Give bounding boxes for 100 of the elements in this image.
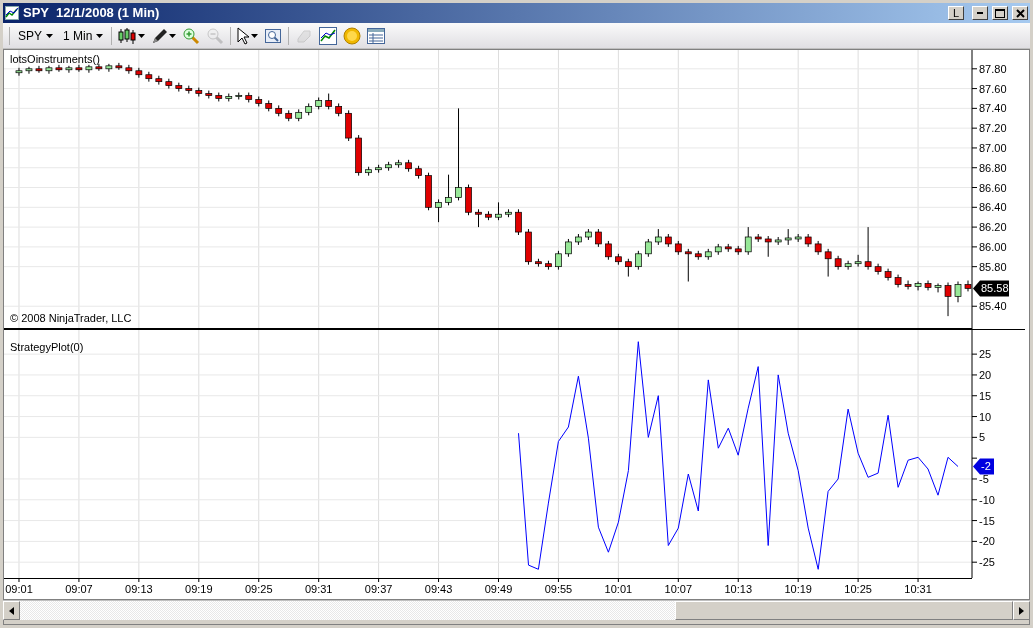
axis-label: 10:07 bbox=[664, 583, 693, 595]
candlestick bbox=[65, 65, 73, 74]
axis-label: 10:31 bbox=[904, 583, 932, 595]
zoom-box-icon bbox=[264, 26, 283, 45]
axis-label: 87.20 bbox=[979, 122, 1007, 135]
candlestick bbox=[85, 64, 93, 74]
minimize-button[interactable] bbox=[972, 6, 988, 20]
candlestick bbox=[904, 280, 912, 290]
candlestick bbox=[105, 63, 113, 73]
caret-icon bbox=[46, 33, 53, 38]
axis-label: 09:01 bbox=[5, 583, 33, 595]
candlestick bbox=[635, 250, 642, 271]
axis-label: 09:13 bbox=[125, 583, 153, 595]
candlestick bbox=[555, 250, 562, 271]
axis-label: 85.40 bbox=[979, 300, 1007, 313]
scroll-left-button[interactable] bbox=[3, 601, 20, 620]
close-button[interactable] bbox=[1012, 6, 1028, 20]
caret-icon bbox=[169, 33, 177, 38]
axis-label: 10:13 bbox=[724, 583, 752, 595]
chart-tool[interactable] bbox=[319, 26, 338, 45]
zoom-out-icon bbox=[206, 26, 225, 45]
candlestick bbox=[744, 226, 752, 256]
coin-icon bbox=[343, 26, 362, 45]
axis-label: 87.80 bbox=[979, 62, 1007, 75]
candlestick bbox=[35, 65, 43, 74]
table-tool[interactable] bbox=[367, 27, 386, 44]
chart-icon bbox=[5, 6, 19, 20]
interval-dropdown[interactable]: 1 Min bbox=[61, 26, 106, 45]
caret-icon bbox=[96, 33, 104, 38]
maximize-icon bbox=[995, 8, 1005, 18]
instrument-dropdown[interactable]: SPY bbox=[16, 26, 55, 45]
candlestick bbox=[75, 64, 83, 73]
axis-label: 10:25 bbox=[844, 583, 872, 595]
caret-icon bbox=[138, 33, 146, 38]
candlestick bbox=[135, 67, 143, 79]
axis-label: 09:55 bbox=[544, 583, 573, 595]
axis-label: 85.80 bbox=[979, 260, 1007, 273]
candlestick-icon bbox=[118, 26, 139, 45]
chart-icon bbox=[319, 26, 338, 45]
candlestick bbox=[934, 282, 942, 293]
axis-label: 09:43 bbox=[424, 583, 453, 595]
axis-label: 20 bbox=[979, 368, 992, 381]
coin-tool[interactable] bbox=[343, 26, 362, 45]
window-title: SPY 12/1/2008 (1 Min) bbox=[23, 4, 160, 23]
candlestick bbox=[874, 263, 882, 276]
cursor-icon bbox=[237, 26, 252, 45]
axis-label: 10:19 bbox=[784, 583, 812, 595]
minimize-icon bbox=[977, 12, 983, 14]
last-value-tag: -2 bbox=[973, 458, 994, 475]
scroll-thumb[interactable] bbox=[675, 601, 1013, 620]
layout-button[interactable]: L bbox=[948, 6, 964, 20]
candlestick bbox=[954, 281, 962, 303]
axis-label: -15 bbox=[979, 514, 995, 527]
caret-icon bbox=[251, 33, 259, 38]
zoom-box-tool[interactable] bbox=[264, 26, 283, 45]
candlestick bbox=[435, 198, 442, 223]
candlestick bbox=[684, 248, 692, 283]
candlestick-tool[interactable] bbox=[118, 26, 146, 45]
close-icon bbox=[1015, 8, 1025, 18]
candlestick bbox=[515, 208, 522, 236]
last-price-tag: 85.58 bbox=[973, 280, 1009, 297]
axis-label: -20 bbox=[979, 535, 995, 548]
axis-label: -10 bbox=[979, 493, 995, 506]
pencil-tool[interactable] bbox=[151, 26, 177, 45]
candlestick bbox=[854, 254, 862, 268]
panel-label: lotsOinstruments() bbox=[10, 53, 100, 65]
axis-label: 86.80 bbox=[979, 161, 1007, 174]
candlestick bbox=[15, 67, 23, 77]
table-icon bbox=[367, 27, 386, 44]
candlestick bbox=[764, 235, 772, 258]
axis-label: -5 bbox=[979, 472, 989, 485]
axis-label: 10:01 bbox=[604, 583, 633, 595]
candlestick bbox=[115, 62, 123, 71]
axis-label: 09:37 bbox=[364, 583, 393, 595]
axis-label: 86.40 bbox=[979, 201, 1007, 214]
scrollbar[interactable] bbox=[3, 600, 1030, 620]
zoom-in-icon bbox=[182, 26, 201, 45]
axis-label: 15 bbox=[979, 389, 992, 402]
axis-label: 25 bbox=[979, 348, 992, 361]
maximize-button[interactable] bbox=[992, 6, 1008, 20]
axis-label: 86.00 bbox=[979, 240, 1007, 253]
axis-label: 87.40 bbox=[979, 102, 1007, 115]
axis-label: 86.60 bbox=[979, 181, 1007, 194]
cursor-tool[interactable] bbox=[237, 26, 259, 45]
axis-label: 5 bbox=[979, 431, 986, 444]
right-arrow-icon bbox=[1019, 606, 1024, 615]
candlestick bbox=[45, 65, 53, 75]
candlestick bbox=[445, 174, 452, 206]
candlestick bbox=[145, 71, 153, 83]
axis-label: 09:19 bbox=[185, 583, 213, 595]
left-arrow-icon bbox=[9, 606, 14, 615]
zoom-in-tool[interactable] bbox=[182, 26, 201, 45]
candlestick bbox=[605, 240, 612, 261]
axis-label: -25 bbox=[979, 556, 995, 569]
axis-label: 09:31 bbox=[304, 583, 333, 595]
scroll-right-button[interactable] bbox=[1013, 601, 1030, 620]
axis-label: 87.00 bbox=[979, 141, 1007, 154]
pencil-icon bbox=[151, 26, 170, 45]
candlestick bbox=[25, 66, 33, 75]
candlestick bbox=[844, 260, 852, 271]
